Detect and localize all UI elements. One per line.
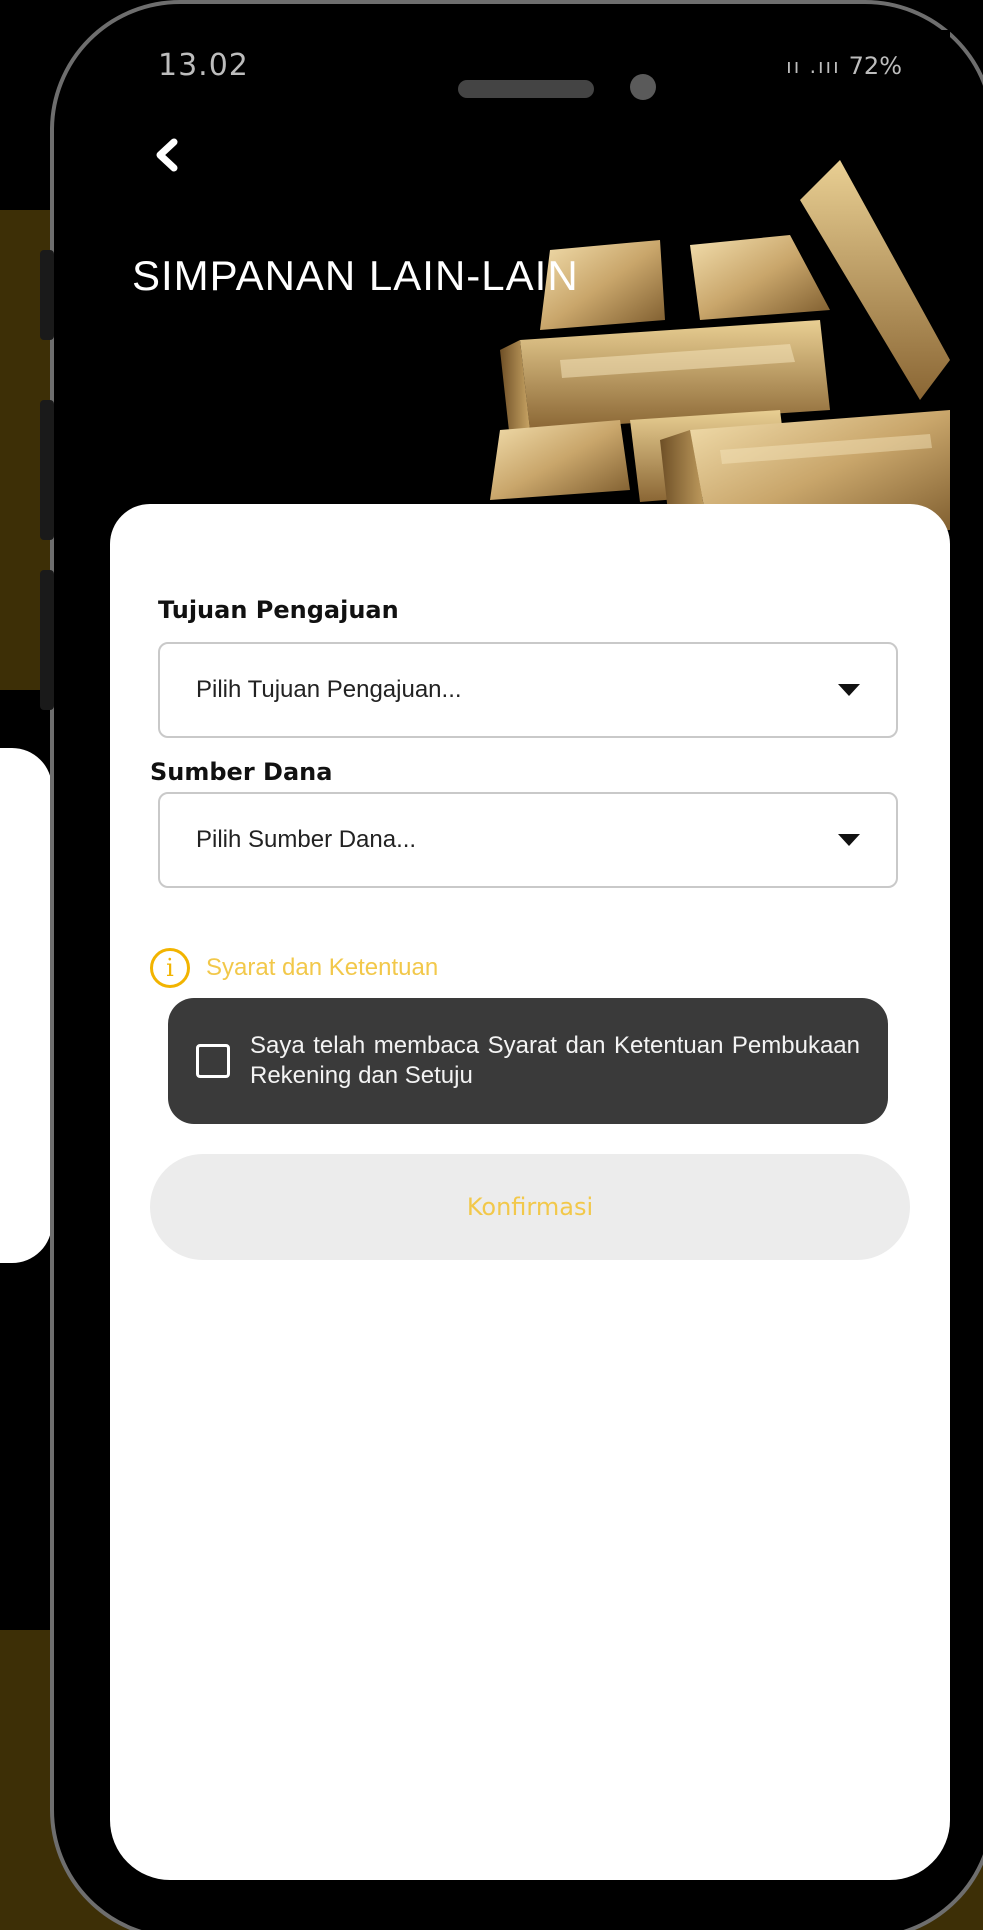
status-time: 13.02 xyxy=(158,48,249,83)
back-button[interactable] xyxy=(148,130,198,180)
app-screen: 13.02 ıı .ııı 72% SIMPANAN LAIN-LAIN Tuj… xyxy=(110,30,950,1880)
fund-source-label: Sumber Dana xyxy=(150,758,333,786)
stage: 13.02 ıı .ııı 72% SIMPANAN LAIN-LAIN Tuj… xyxy=(0,0,983,1930)
signal-icon: ıı .ııı xyxy=(786,54,841,78)
form-card: Tujuan Pengajuan Pilih Tujuan Pengajuan.… xyxy=(110,504,950,1880)
page-title: SIMPANAN LAIN-LAIN xyxy=(132,252,579,299)
phone-camera xyxy=(630,74,656,100)
caret-down-icon xyxy=(838,834,860,846)
phone-speaker xyxy=(458,80,594,98)
confirm-button[interactable]: Konfirmasi xyxy=(150,1154,910,1260)
phone-side-button xyxy=(40,570,54,710)
purpose-placeholder: Pilih Tujuan Pengajuan... xyxy=(196,676,462,703)
gold-bars-illustration xyxy=(490,160,950,540)
battery-level: 72% xyxy=(848,52,902,80)
status-indicators: ıı .ııı 72% xyxy=(786,52,902,80)
terms-row: i Syarat dan Ketentuan xyxy=(150,948,438,988)
fund-source-placeholder: Pilih Sumber Dana... xyxy=(196,826,417,853)
background-white-card xyxy=(0,748,52,1263)
chevron-left-icon xyxy=(156,138,178,172)
agree-checkbox[interactable] xyxy=(196,1044,230,1078)
purpose-dropdown[interactable]: Pilih Tujuan Pengajuan... xyxy=(158,642,898,738)
info-icon: i xyxy=(150,948,190,988)
agree-text: Saya telah membaca Syarat dan Ketentuan … xyxy=(250,1032,860,1089)
terms-link[interactable]: Syarat dan Ketentuan xyxy=(206,954,438,982)
phone-side-button xyxy=(40,400,54,540)
agreement-box: Saya telah membaca Syarat dan Ketentuan … xyxy=(168,998,888,1124)
caret-down-icon xyxy=(838,684,860,696)
phone-side-button xyxy=(40,250,54,340)
fund-source-dropdown[interactable]: Pilih Sumber Dana... xyxy=(158,792,898,888)
purpose-label: Tujuan Pengajuan xyxy=(158,596,399,624)
